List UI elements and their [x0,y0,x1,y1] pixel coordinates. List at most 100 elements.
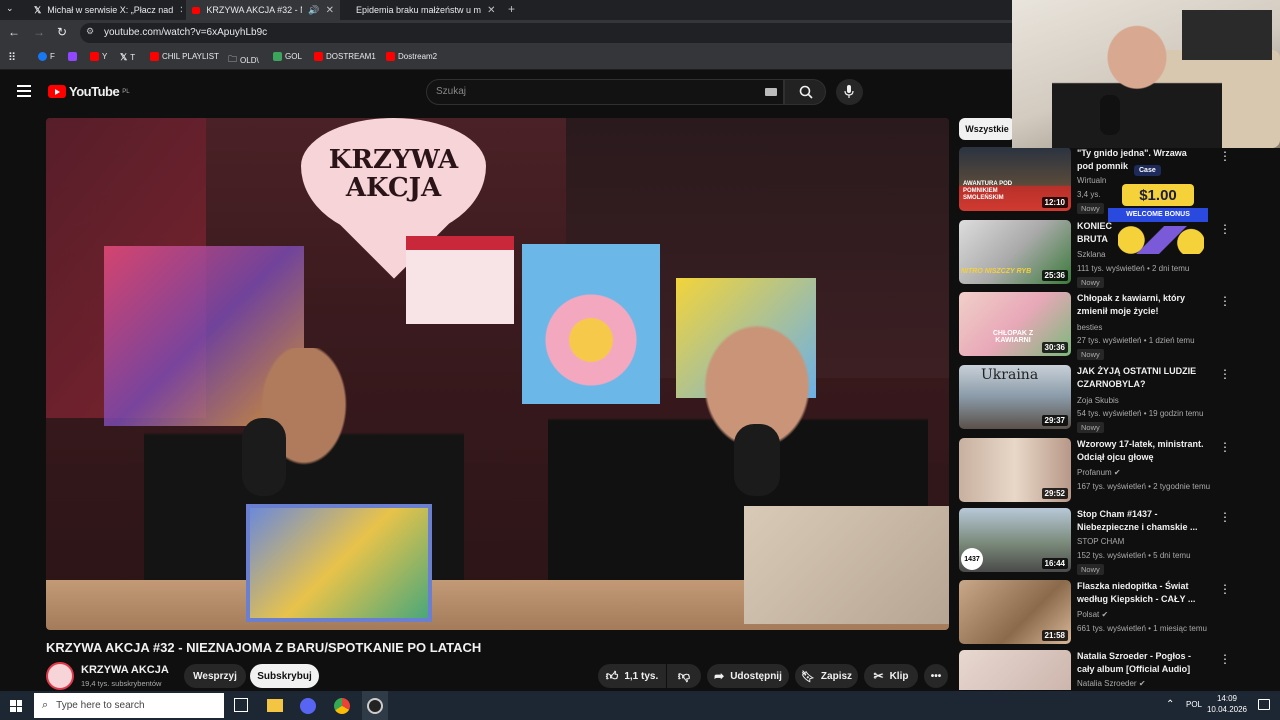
channel-name[interactable]: KRZYWA AKCJA [81,664,169,676]
file-explorer-icon[interactable] [267,699,283,712]
more-options-icon[interactable]: ⋮ [1219,222,1231,236]
channel-avatar[interactable] [46,662,74,690]
forward-icon[interactable]: → [33,25,45,39]
more-options-icon[interactable]: ⋮ [1219,367,1231,381]
duration-badge: 25:36 [1041,270,1068,281]
more-options-icon[interactable]: ⋮ [1219,582,1231,596]
bookmark-y[interactable]: Y [90,52,107,61]
thumbnail-text: AWANTURA POD POMNIKIEM SMOLEŃSKIM [963,181,1013,201]
bookmark-chil-playlist[interactable]: CHIL PLAYLIST [150,52,219,61]
recommendation-title[interactable]: Natalia Szroeder - Pogłos - cały album [… [1077,650,1205,676]
reload-icon[interactable]: ↻ [57,25,67,39]
channel-name[interactable]: besties [1077,323,1102,332]
youtube-logo[interactable]: YouTube PL [48,84,130,99]
notification-icon[interactable] [1258,699,1270,710]
more-options-icon[interactable]: ⋮ [1219,510,1231,524]
search-button[interactable] [784,79,826,105]
taskbar-search[interactable]: ⌕ Type here to search [34,693,224,718]
site-info-icon[interactable]: ⚙ [86,26,94,37]
channel-name[interactable]: Szklana [1077,250,1105,259]
more-options-icon[interactable]: ⋮ [1219,440,1231,454]
filter-chip-all[interactable]: Wszystkie [959,118,1015,140]
more-options-icon[interactable]: ⋮ [1219,294,1231,308]
channel-row[interactable]: Natalia Szroeder ✔ [1077,679,1146,688]
channel-row[interactable]: Profanum ✔ [1077,468,1121,477]
video-player[interactable]: KRZYWA AKCJA [46,118,949,630]
tab-list-icon[interactable]: ⌄ [6,3,20,17]
recommendation-item[interactable]: 21:58 Flaszka niedopitka - Świat według … [959,580,1279,648]
recommendation-item[interactable]: CHŁOPAK Z KAWIARNI 30:36 Chłopak z kawia… [959,292,1279,360]
video-thumbnail[interactable]: Ukraina 29:37 [959,365,1071,429]
clip-button[interactable]: ✂ Klip [864,664,918,688]
video-thumbnail[interactable] [959,650,1071,690]
bookmark-folder-old[interactable]: 🗀 OLD\ [228,52,259,68]
bookmark-twitch[interactable] [68,52,77,61]
recommendation-item[interactable]: Ukraina 29:37 JAK ŻYJĄ OSTATNI LUDZIE CZ… [959,365,1279,433]
youtube-icon [386,52,395,61]
search-input[interactable]: Szukaj [426,79,784,105]
video-thumbnail[interactable]: CHŁOPAK Z KAWIARNI 30:36 [959,292,1071,356]
bookmark-dostream2[interactable]: Dostream2 [386,52,437,61]
share-button[interactable]: ➦ Udostępnij [707,664,789,688]
recommendation-title[interactable]: JAK ŻYJĄ OSTATNI LUDZIE CZARNOBYLA? [1077,365,1205,391]
tab-title: KRZYWA AKCJA #32 - NIEZNAJOM [206,5,302,15]
obs-icon[interactable] [362,691,388,720]
duration-badge: 16:44 [1041,558,1068,569]
windows-start-icon[interactable] [10,700,22,712]
close-icon[interactable]: ✕ [179,5,182,16]
close-icon[interactable]: ✕ [487,5,495,16]
subscribe-button[interactable]: Subskrybuj [250,664,319,688]
support-button[interactable]: Wesprzyj [184,664,246,688]
browser-tab[interactable]: Epidemia braku małżeństw u m ✕ [344,0,498,20]
video-thumbnail[interactable]: 1437 16:44 [959,508,1071,572]
browser-tab-active[interactable]: KRZYWA AKCJA #32 - NIEZNAJOM 🔊 ✕ [186,0,340,20]
task-view-icon[interactable] [234,698,248,712]
recommendation-title[interactable]: Wzorowy 17-latek, ministrant. Odciął ojc… [1077,438,1205,464]
new-tab-button[interactable]: + [508,2,515,16]
voice-search-button[interactable] [836,79,863,105]
channel-name[interactable]: Wirtualn [1077,176,1106,185]
clapboard [406,236,514,324]
close-icon[interactable]: ✕ [326,5,334,16]
browser-tab[interactable]: 𝕏 Michał w serwisie X: „Płacz nad ✕ [28,0,182,20]
clock[interactable]: 14:09 10.04.2026 [1206,694,1248,714]
recommendation-title[interactable]: Chłopak z kawiarni, który zmienił moje ż… [1077,292,1205,318]
video-thumbnail[interactable]: AWANTURA POD POMNIKIEM SMOLEŃSKIM 12:10 [959,147,1071,211]
chrome-icon[interactable] [334,698,350,714]
bookmark-f[interactable]: F [38,52,55,61]
channel-row[interactable]: Polsat ✔ [1077,610,1108,619]
more-options-icon[interactable]: ⋮ [1219,652,1231,666]
channel-name[interactable]: Zoja Skubis [1077,396,1119,405]
speaker-icon[interactable]: 🔊 [308,5,319,16]
more-actions-button[interactable]: ••• [924,664,948,688]
tab-title: Michał w serwisie X: „Płacz nad [47,5,174,15]
recommendation-item[interactable]: 1437 16:44 Stop Cham #1437 - Niebezpiecz… [959,508,1279,576]
dislike-button[interactable]: 👎︎ [667,664,701,688]
tab-title: Epidemia braku małżeństw u m [356,5,482,15]
bookmark-dostream1[interactable]: DOSTREAM1 [314,52,376,61]
video-thumbnail[interactable]: 21:58 [959,580,1071,644]
youtube-icon [314,52,323,61]
discord-icon[interactable] [300,698,316,714]
recommendation-title[interactable]: Flaszka niedopitka - Świat według Kiepsk… [1077,580,1205,606]
save-button[interactable]: 🔖︎ Zapisz [795,664,858,688]
recommendation-item[interactable]: 29:52 Wzorowy 17-latek, ministrant. Odci… [959,438,1279,506]
recommendation-item[interactable]: Natalia Szroeder - Pogłos - cały album [… [959,650,1279,690]
channel-name[interactable]: STOP CHAM [1077,537,1124,546]
apps-grid-icon[interactable]: ⠿ [8,51,16,64]
back-icon[interactable]: ← [8,25,20,39]
language-indicator[interactable]: POL [1186,700,1202,709]
bookmark-t[interactable]: 𝕏 T [120,52,135,63]
tray-chevron-icon[interactable]: ⌃ [1166,699,1174,710]
recommendation-title[interactable]: Stop Cham #1437 - Niebezpieczne i chamsk… [1077,508,1205,534]
video-thumbnail[interactable]: NITRO NISZCZY RYB 25:36 [959,220,1071,284]
ad-amount: $1.00 [1122,184,1194,206]
more-options-icon[interactable]: ⋮ [1219,149,1231,163]
bookmark-gol[interactable]: GOL [273,52,302,61]
like-button[interactable]: 👍︎ 1,1 tys. [598,664,666,688]
hamburger-menu-icon[interactable] [17,85,31,97]
video-thumbnail[interactable]: 29:52 [959,438,1071,502]
microphone-right [734,424,780,496]
video-meta: 27 tys. wyświetleń • 1 dzień temu [1077,336,1195,345]
keyboard-icon[interactable] [765,88,777,96]
